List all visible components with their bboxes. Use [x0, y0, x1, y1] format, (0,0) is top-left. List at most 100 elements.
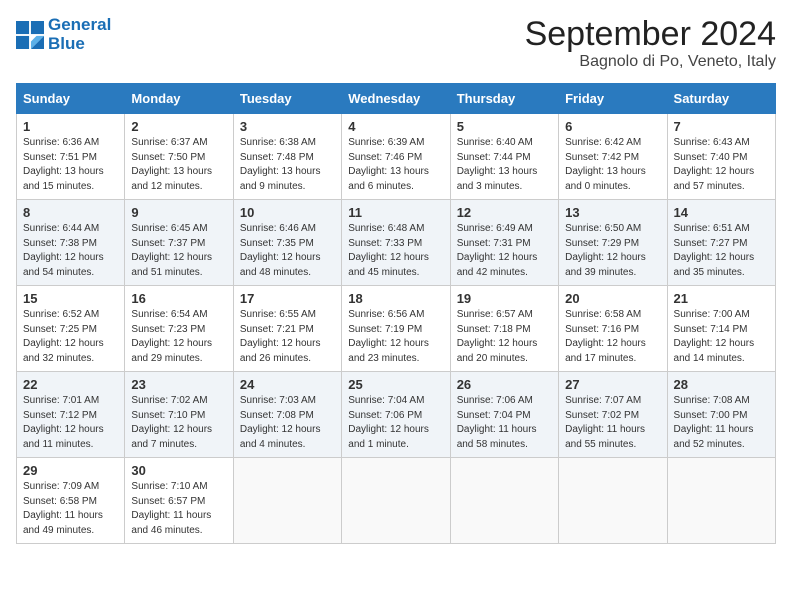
- cell-info: Sunrise: 7:00 AMSunset: 7:14 PMDaylight:…: [674, 308, 769, 366]
- day-number: 30: [131, 463, 226, 478]
- cell-info: Sunrise: 6:50 AMSunset: 7:29 PMDaylight:…: [565, 222, 660, 280]
- calendar-cell: 30 Sunrise: 7:10 AMSunset: 6:57 PMDayligh…: [125, 458, 233, 544]
- cell-info: Sunrise: 6:36 AMSunset: 7:51 PMDaylight:…: [23, 136, 118, 194]
- cell-info: Sunrise: 6:55 AMSunset: 7:21 PMDaylight:…: [240, 308, 335, 366]
- day-number: 5: [457, 119, 552, 134]
- calendar-cell: 19 Sunrise: 6:57 AMSunset: 7:18 PMDayligh…: [450, 286, 558, 372]
- calendar-week-row: 29Sunrise: 7:09 AMSunset: 6:58 PMDayligh…: [17, 458, 776, 544]
- calendar-cell: [450, 458, 558, 544]
- calendar-cell: 25Sunrise: 7:04 AMSunset: 7:06 PMDayligh…: [342, 372, 450, 458]
- cell-info: Sunrise: 7:06 AMSunset: 7:04 PMDaylight:…: [457, 394, 552, 452]
- location-title: Bagnolo di Po, Veneto, Italy: [525, 53, 776, 71]
- day-number: 15: [23, 291, 118, 306]
- calendar-cell: 29Sunrise: 7:09 AMSunset: 6:58 PMDayligh…: [17, 458, 125, 544]
- logo-icon: [16, 21, 44, 49]
- day-number: 8: [23, 205, 118, 220]
- calendar-cell: 20 Sunrise: 6:58 AMSunset: 7:16 PMDayligh…: [559, 286, 667, 372]
- cell-info: Sunrise: 7:07 AMSunset: 7:02 PMDaylight:…: [565, 394, 660, 452]
- day-number: 21: [674, 291, 769, 306]
- cell-info: Sunrise: 7:10 AMSunset: 6:57 PMDaylight:…: [131, 480, 226, 538]
- cell-info: Sunrise: 6:54 AMSunset: 7:23 PMDaylight:…: [131, 308, 226, 366]
- day-number: 29: [23, 463, 118, 478]
- cell-info: Sunrise: 6:37 AMSunset: 7:50 PMDaylight:…: [131, 136, 226, 194]
- calendar-week-row: 22Sunrise: 7:01 AMSunset: 7:12 PMDayligh…: [17, 372, 776, 458]
- cell-info: Sunrise: 6:58 AMSunset: 7:16 PMDaylight:…: [565, 308, 660, 366]
- cell-info: Sunrise: 6:51 AMSunset: 7:27 PMDaylight:…: [674, 222, 769, 280]
- title-block: September 2024 Bagnolo di Po, Veneto, It…: [525, 16, 776, 71]
- cell-info: Sunrise: 6:48 AMSunset: 7:33 PMDaylight:…: [348, 222, 443, 280]
- cell-info: Sunrise: 7:04 AMSunset: 7:06 PMDaylight:…: [348, 394, 443, 452]
- month-title: September 2024: [525, 16, 776, 53]
- day-number: 12: [457, 205, 552, 220]
- day-number: 1: [23, 119, 118, 134]
- calendar-cell: 11 Sunrise: 6:48 AMSunset: 7:33 PMDayligh…: [342, 200, 450, 286]
- calendar-cell: 10 Sunrise: 6:46 AMSunset: 7:35 PMDayligh…: [233, 200, 341, 286]
- calendar-cell: 14 Sunrise: 6:51 AMSunset: 7:27 PMDayligh…: [667, 200, 775, 286]
- cell-info: Sunrise: 6:57 AMSunset: 7:18 PMDaylight:…: [457, 308, 552, 366]
- calendar-week-row: 1 Sunrise: 6:36 AMSunset: 7:51 PMDaylight…: [17, 114, 776, 200]
- column-header-friday: Friday: [559, 84, 667, 114]
- day-number: 11: [348, 205, 443, 220]
- cell-info: Sunrise: 6:42 AMSunset: 7:42 PMDaylight:…: [565, 136, 660, 194]
- day-number: 24: [240, 377, 335, 392]
- column-header-saturday: Saturday: [667, 84, 775, 114]
- cell-info: Sunrise: 6:52 AMSunset: 7:25 PMDaylight:…: [23, 308, 118, 366]
- day-number: 20: [565, 291, 660, 306]
- cell-info: Sunrise: 6:44 AMSunset: 7:38 PMDaylight:…: [23, 222, 118, 280]
- cell-info: Sunrise: 6:38 AMSunset: 7:48 PMDaylight:…: [240, 136, 335, 194]
- calendar-cell: 4 Sunrise: 6:39 AMSunset: 7:46 PMDaylight…: [342, 114, 450, 200]
- cell-info: Sunrise: 6:56 AMSunset: 7:19 PMDaylight:…: [348, 308, 443, 366]
- cell-info: Sunrise: 6:39 AMSunset: 7:46 PMDaylight:…: [348, 136, 443, 194]
- logo: General Blue: [16, 16, 111, 53]
- calendar-cell: 27Sunrise: 7:07 AMSunset: 7:02 PMDayligh…: [559, 372, 667, 458]
- column-header-sunday: Sunday: [17, 84, 125, 114]
- calendar-cell: 6 Sunrise: 6:42 AMSunset: 7:42 PMDaylight…: [559, 114, 667, 200]
- calendar-cell: [342, 458, 450, 544]
- day-number: 18: [348, 291, 443, 306]
- calendar-cell: 24 Sunrise: 7:03 AMSunset: 7:08 PMDayligh…: [233, 372, 341, 458]
- column-header-tuesday: Tuesday: [233, 84, 341, 114]
- calendar-cell: 9 Sunrise: 6:45 AMSunset: 7:37 PMDaylight…: [125, 200, 233, 286]
- day-number: 9: [131, 205, 226, 220]
- calendar-cell: 3 Sunrise: 6:38 AMSunset: 7:48 PMDaylight…: [233, 114, 341, 200]
- day-number: 28: [674, 377, 769, 392]
- cell-info: Sunrise: 7:03 AMSunset: 7:08 PMDaylight:…: [240, 394, 335, 452]
- day-number: 7: [674, 119, 769, 134]
- calendar-cell: 23 Sunrise: 7:02 AMSunset: 7:10 PMDayligh…: [125, 372, 233, 458]
- day-number: 13: [565, 205, 660, 220]
- cell-info: Sunrise: 6:45 AMSunset: 7:37 PMDaylight:…: [131, 222, 226, 280]
- day-number: 14: [674, 205, 769, 220]
- day-number: 6: [565, 119, 660, 134]
- cell-info: Sunrise: 6:46 AMSunset: 7:35 PMDaylight:…: [240, 222, 335, 280]
- cell-info: Sunrise: 7:02 AMSunset: 7:10 PMDaylight:…: [131, 394, 226, 452]
- day-number: 10: [240, 205, 335, 220]
- calendar-header-row: SundayMondayTuesdayWednesdayThursdayFrid…: [17, 84, 776, 114]
- day-number: 3: [240, 119, 335, 134]
- calendar-cell: [667, 458, 775, 544]
- calendar-table: SundayMondayTuesdayWednesdayThursdayFrid…: [16, 83, 776, 544]
- calendar-cell: 28 Sunrise: 7:08 AMSunset: 7:00 PMDayligh…: [667, 372, 775, 458]
- calendar-cell: 22Sunrise: 7:01 AMSunset: 7:12 PMDayligh…: [17, 372, 125, 458]
- day-number: 17: [240, 291, 335, 306]
- day-number: 4: [348, 119, 443, 134]
- calendar-week-row: 8 Sunrise: 6:44 AMSunset: 7:38 PMDaylight…: [17, 200, 776, 286]
- day-number: 2: [131, 119, 226, 134]
- calendar-cell: 8 Sunrise: 6:44 AMSunset: 7:38 PMDaylight…: [17, 200, 125, 286]
- calendar-week-row: 15 Sunrise: 6:52 AMSunset: 7:25 PMDayligh…: [17, 286, 776, 372]
- cell-info: Sunrise: 6:40 AMSunset: 7:44 PMDaylight:…: [457, 136, 552, 194]
- day-number: 23: [131, 377, 226, 392]
- calendar-cell: 17 Sunrise: 6:55 AMSunset: 7:21 PMDayligh…: [233, 286, 341, 372]
- cell-info: Sunrise: 6:43 AMSunset: 7:40 PMDaylight:…: [674, 136, 769, 194]
- calendar-cell: 1 Sunrise: 6:36 AMSunset: 7:51 PMDaylight…: [17, 114, 125, 200]
- column-header-thursday: Thursday: [450, 84, 558, 114]
- cell-info: Sunrise: 6:49 AMSunset: 7:31 PMDaylight:…: [457, 222, 552, 280]
- page-header: General Blue September 2024 Bagnolo di P…: [16, 16, 776, 71]
- cell-info: Sunrise: 7:08 AMSunset: 7:00 PMDaylight:…: [674, 394, 769, 452]
- calendar-cell: 26 Sunrise: 7:06 AMSunset: 7:04 PMDayligh…: [450, 372, 558, 458]
- day-number: 19: [457, 291, 552, 306]
- day-number: 26: [457, 377, 552, 392]
- day-number: 16: [131, 291, 226, 306]
- calendar-cell: 5 Sunrise: 6:40 AMSunset: 7:44 PMDaylight…: [450, 114, 558, 200]
- calendar-cell: 18 Sunrise: 6:56 AMSunset: 7:19 PMDayligh…: [342, 286, 450, 372]
- column-header-monday: Monday: [125, 84, 233, 114]
